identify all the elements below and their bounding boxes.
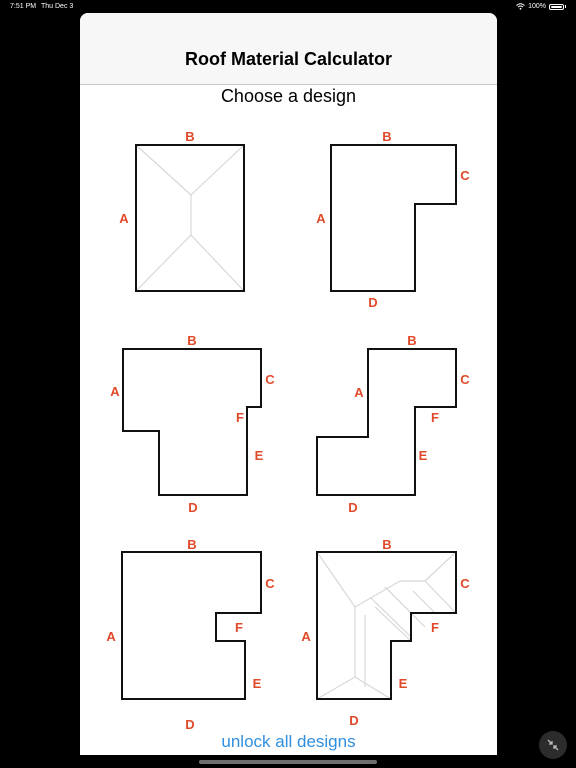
page-title: Roof Material Calculator	[184, 49, 393, 69]
label-b: B	[185, 129, 194, 144]
label-c: C	[460, 576, 470, 591]
collapse-arrows-icon	[547, 739, 559, 751]
status-right: 100%	[516, 3, 566, 10]
label-f: F	[431, 410, 439, 425]
design-outline	[135, 144, 245, 292]
nav-bar: Roof Material Calculator	[80, 13, 497, 85]
label-c: C	[265, 372, 275, 387]
design-stepped-shape[interactable]: B C A F E D	[110, 331, 290, 531]
label-a: A	[354, 385, 364, 400]
label-d: D	[368, 295, 377, 310]
app-sheet: Roof Material Calculator Choose a design…	[80, 13, 497, 755]
status-date: Thu Dec 3	[41, 3, 74, 10]
label-d: D	[188, 500, 197, 515]
battery-percent: 100%	[528, 3, 546, 10]
label-f: F	[235, 620, 243, 635]
label-c: C	[460, 168, 470, 183]
label-a: A	[316, 211, 326, 226]
design-offset-shape[interactable]: B C A F E D	[305, 331, 485, 531]
design-outline	[330, 144, 457, 292]
label-a: A	[119, 211, 129, 226]
label-b: B	[187, 537, 196, 552]
choose-design-heading: Choose a design	[220, 86, 357, 106]
label-b: B	[382, 129, 391, 144]
label-f: F	[431, 620, 439, 635]
label-e: E	[419, 448, 428, 463]
label-c: C	[460, 372, 470, 387]
battery-icon	[549, 3, 564, 10]
label-f: F	[236, 410, 244, 425]
label-a: A	[106, 629, 116, 644]
design-notched-shape[interactable]: B C A F E D	[106, 537, 290, 737]
home-indicator[interactable]	[199, 760, 377, 764]
design-rectangle-hip[interactable]: B A	[110, 125, 260, 305]
label-e: E	[253, 676, 262, 691]
label-c: C	[265, 576, 275, 591]
label-d: D	[348, 500, 357, 515]
label-d: D	[349, 713, 358, 728]
label-e: E	[255, 448, 264, 463]
unlock-all-designs-link[interactable]: unlock all designs	[80, 732, 497, 752]
status-time: 7:51 PM	[10, 3, 37, 10]
label-a: A	[110, 384, 120, 399]
wifi-icon	[516, 3, 525, 10]
label-b: B	[187, 333, 196, 348]
label-b: B	[382, 537, 391, 552]
status-bar: 7:51 PM Thu Dec 3 100%	[0, 0, 576, 14]
battery-nub	[565, 5, 566, 8]
label-e: E	[399, 676, 408, 691]
collapse-button[interactable]	[539, 731, 567, 759]
label-b: B	[407, 333, 416, 348]
label-d: D	[185, 717, 194, 732]
design-l-shape[interactable]: B C A D	[305, 125, 485, 325]
design-l-shape-hip[interactable]: B C A F E D	[301, 537, 485, 737]
label-a: A	[301, 629, 311, 644]
